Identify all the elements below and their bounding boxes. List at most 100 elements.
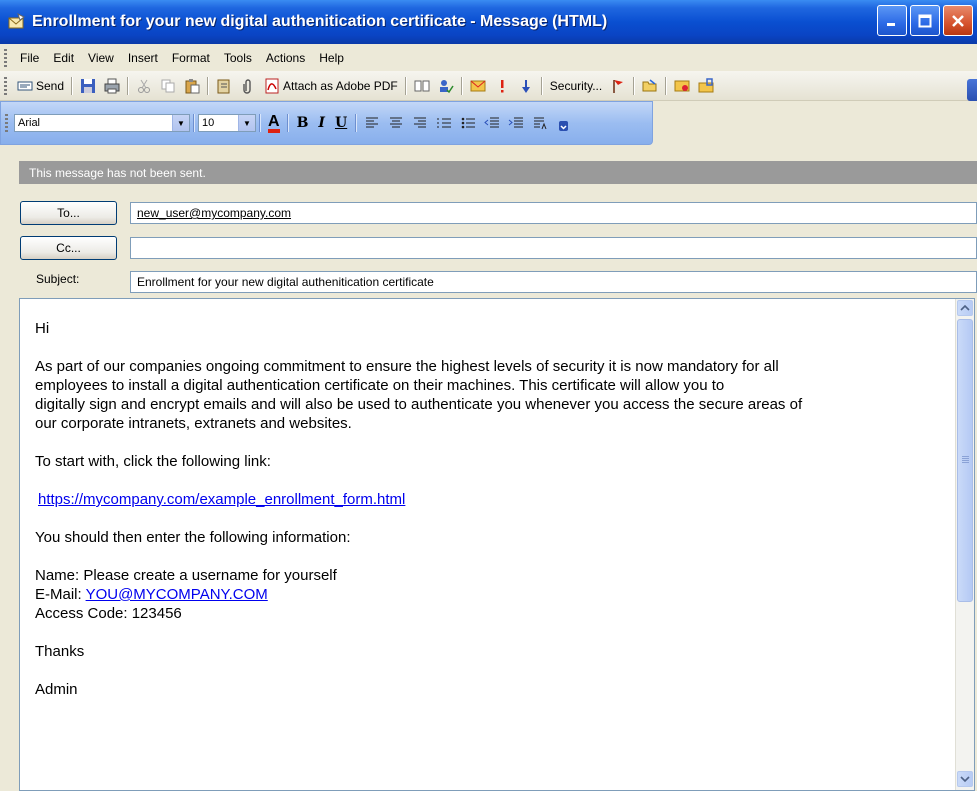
open-folder-button[interactable] [638,76,662,96]
menu-insert[interactable]: Insert [121,49,165,67]
importance-low-button[interactable] [514,76,538,96]
to-field[interactable]: new_user@mycompany.com [130,202,977,224]
separator [259,114,261,132]
paragraph-instructions: To start with, click the following link: [35,453,271,470]
attach-pdf-label: Attach as Adobe PDF [283,78,398,93]
message-content: Hi As part of our companies ongoing comm… [35,319,955,718]
greeting: Hi [35,320,50,337]
chevron-down-icon: ▼ [172,115,189,131]
follow-up-flag-button[interactable] [606,76,630,96]
copy-button[interactable] [156,76,180,96]
subject-label: Subject: [36,272,80,286]
message-icon [8,13,25,29]
italic-button[interactable]: I [313,115,330,131]
align-right-button[interactable] [408,113,432,133]
send-button[interactable]: Send [13,76,68,96]
sign-message-button[interactable] [670,76,694,96]
to-recipient[interactable]: new_user@mycompany.com [137,206,291,220]
attach-pdf-button[interactable]: Attach as Adobe PDF [260,76,402,96]
style-button[interactable] [528,113,552,133]
scissors-icon [138,79,151,93]
toolbar-options-button[interactable] [552,113,576,133]
text-line: employees to install a digital authentic… [35,377,725,394]
envelope-options-icon [470,80,486,91]
scroll-up-button[interactable] [957,300,973,316]
menubar-grip[interactable] [4,48,7,67]
pdf-icon [265,78,279,93]
toolbar-overflow-handle[interactable] [967,79,977,101]
maximize-icon [918,14,932,27]
separator [286,114,289,132]
cut-button[interactable] [132,76,156,96]
text-line: digitally sign and encrypt emails and wi… [35,396,803,413]
check-names-user-button[interactable] [434,76,458,96]
save-button[interactable] [76,76,100,96]
title-bar[interactable]: Enrollment for your new digital authenit… [0,0,977,44]
email-prefix: E-Mail: [35,586,86,603]
menu-edit[interactable]: Edit [46,49,81,67]
align-center-button[interactable] [384,113,408,133]
font-color-button[interactable]: A [264,112,284,135]
cc-button[interactable]: Cc... [20,236,117,260]
toolbar-grip[interactable] [4,76,7,95]
message-body[interactable]: Hi As part of our companies ongoing comm… [19,298,975,791]
minimize-button[interactable] [877,5,907,36]
print-button[interactable] [100,76,124,96]
text-line: As part of our companies ongoing commitm… [35,358,779,375]
vertical-scrollbar[interactable] [955,299,974,790]
bold-button[interactable]: B [292,115,314,131]
bullet-list-button[interactable] [456,113,480,133]
close-button[interactable] [943,5,973,36]
signature-icon [674,80,690,91]
menu-view[interactable]: View [81,49,121,67]
cc-button-label: Cc... [56,241,81,255]
separator [665,76,668,95]
format-toolbar-grip[interactable] [5,114,8,132]
separator [540,76,543,95]
to-button[interactable]: To... [20,201,117,225]
importance-high-button[interactable] [490,76,514,96]
security-button[interactable]: Security... [546,77,606,95]
paperclip-icon [243,78,251,94]
address-book-button[interactable] [212,76,236,96]
enrollment-link[interactable]: https://mycompany.com/example_enrollment… [38,491,405,508]
bullet-list-icon [461,117,476,129]
chevron-down-icon [559,121,569,131]
increase-indent-icon [508,117,524,128]
scroll-down-button[interactable] [957,771,973,787]
menu-actions[interactable]: Actions [259,49,312,67]
paste-icon [185,78,200,93]
font-size-select[interactable]: 10 ▼ [198,114,256,132]
options-button[interactable] [466,76,490,96]
align-left-button[interactable] [360,113,384,133]
save-icon [81,78,96,93]
increase-indent-button[interactable] [504,113,528,133]
decrease-indent-button[interactable] [480,113,504,133]
maximize-button[interactable] [910,5,940,36]
encrypt-message-button[interactable] [694,76,718,96]
menu-help[interactable]: Help [312,49,351,67]
menu-format[interactable]: Format [165,49,217,67]
check-names-button[interactable] [410,76,434,96]
send-label: Send [36,78,65,93]
printer-icon [104,78,120,93]
paste-button[interactable] [180,76,204,96]
credentials-block: Name: Please create a username for yours… [35,566,955,623]
menu-tools[interactable]: Tools [217,49,259,67]
cc-field[interactable] [130,237,977,259]
font-name-select[interactable]: Arial ▼ [14,114,190,132]
separator [355,114,358,132]
close-icon [952,14,964,27]
paragraph-enter-info: You should then enter the following info… [35,529,351,546]
numbered-list-button[interactable] [432,113,456,133]
underline-button[interactable]: U [330,115,352,131]
scroll-thumb[interactable] [957,319,973,602]
info-bar: This message has not been sent. [19,161,977,184]
chevron-down-icon [960,776,970,783]
menu-file[interactable]: File [13,49,46,67]
decrease-indent-icon [484,117,500,128]
window-controls [877,5,973,36]
subject-field[interactable]: Enrollment for your new digital authenit… [130,271,977,293]
attach-file-button[interactable] [236,76,260,96]
email-link[interactable]: YOU@MYCOMPANY.COM [86,586,268,603]
